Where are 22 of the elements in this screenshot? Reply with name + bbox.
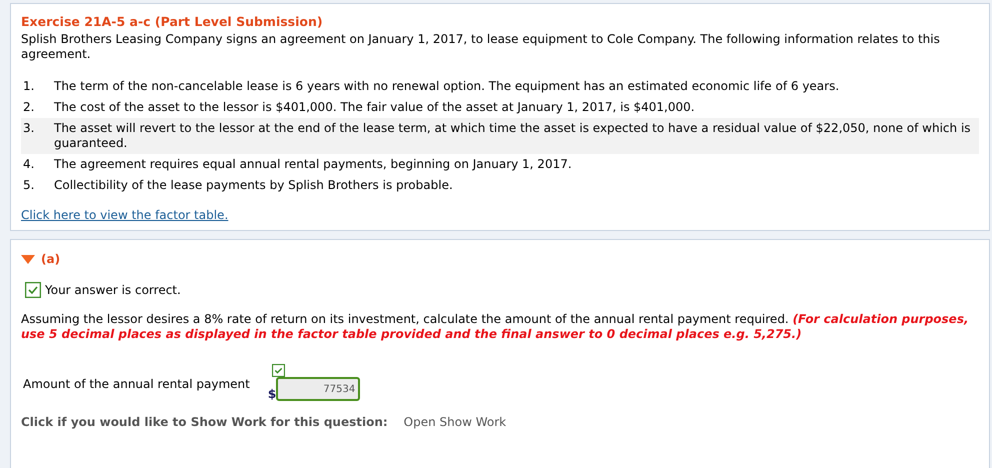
exercise-title: Exercise 21A-5 a-c (Part Level Submission) [21, 14, 324, 29]
fact-number: 4. [22, 157, 36, 172]
answer-field[interactable]: 77534 [276, 377, 360, 401]
fact-number: 3. [22, 121, 36, 137]
intro-paragraph: Splish Brothers Leasing Company signs an agreement on January 1, 2017, to lease equipment to Cole Company. The following information relates to this agreement. [21, 32, 941, 62]
answer-label: Amount of the annual rental payment [23, 377, 250, 391]
currency-sign: $ [268, 387, 276, 401]
show-work-link[interactable]: Open Show Work [404, 415, 506, 429]
fact-number: 1. [22, 79, 36, 94]
part-label: (a) [41, 252, 60, 266]
status-message: Your answer is correct. [45, 283, 181, 297]
fact-text: The term of the non-cancelable lease is 6 years with no renewal option. The equipment has an estimated economic life of 6 years. [54, 79, 840, 94]
fact-text: Collectibility of the lease payments by Splish Brothers is probable. [54, 178, 453, 193]
fact-text: The asset will revert to the lessor at the end of the lease term, at which time the asset is expected to have a residual value of $22,050, none of which is guaranteed. [54, 121, 972, 151]
fact-text: The agreement requires equal annual rental payments, beginning on January 1, 2017. [54, 157, 572, 172]
fact-number: 2. [22, 100, 36, 115]
factor-table-link[interactable]: Click here to view the factor table. [21, 208, 228, 222]
expand-triangle-icon[interactable] [21, 254, 35, 264]
question-paragraph: Assuming the lessor desires a 8% rate of return on its investment, calculate the amount of the annual rental payment required. (For calculation purposes, use 5 decimal places as displayed in the factor table provided and the final answer to 0 decimal places e.g. 5,275.) [21, 312, 970, 342]
show-work-label: Click if you would like to Show Work for this question: [21, 415, 388, 429]
fact-text: The cost of the asset to the lessor is $401,000. The fair value of the asset at January 1, 2017, is $401,000. [54, 100, 695, 115]
fact-number: 5. [22, 178, 36, 193]
